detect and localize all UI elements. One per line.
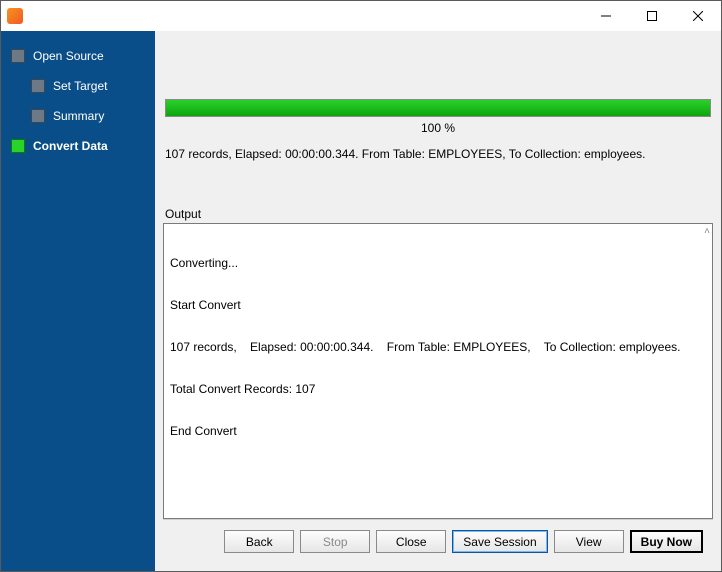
output-line: End Convert bbox=[170, 424, 706, 438]
back-button[interactable]: Back bbox=[224, 530, 294, 553]
footer-buttons: Back Stop Close Save Session View Buy No… bbox=[163, 519, 713, 563]
step-label: Set Target bbox=[53, 79, 107, 93]
save-session-button[interactable]: Save Session bbox=[452, 530, 547, 553]
output-label: Output bbox=[163, 207, 713, 223]
minimize-button[interactable] bbox=[583, 1, 629, 31]
app-icon bbox=[7, 8, 23, 24]
step-box-icon bbox=[31, 79, 45, 93]
close-window-button[interactable] bbox=[675, 1, 721, 31]
output-textarea[interactable]: Converting... Start Convert 107 records,… bbox=[163, 223, 713, 519]
step-set-target[interactable]: Set Target bbox=[1, 71, 155, 101]
status-line: 107 records, Elapsed: 00:00:00.344. From… bbox=[163, 143, 713, 167]
output-line: Start Convert bbox=[170, 298, 706, 312]
buy-now-button[interactable]: Buy Now bbox=[630, 530, 703, 553]
stop-button: Stop bbox=[300, 530, 370, 553]
scroll-up-icon[interactable]: ˄ bbox=[704, 226, 710, 237]
output-line: 107 records, Elapsed: 00:00:00.344. From… bbox=[170, 340, 706, 354]
output-line: Total Convert Records: 107 bbox=[170, 382, 706, 396]
step-open-source[interactable]: Open Source bbox=[1, 41, 155, 71]
step-box-icon bbox=[11, 139, 25, 153]
maximize-button[interactable] bbox=[629, 1, 675, 31]
wizard-sidebar: Open Source Set Target Summary Convert D… bbox=[1, 31, 155, 571]
progress-fill bbox=[166, 100, 710, 116]
app-window: Open Source Set Target Summary Convert D… bbox=[0, 0, 722, 572]
titlebar bbox=[1, 1, 721, 31]
step-box-icon bbox=[11, 49, 25, 63]
step-label: Convert Data bbox=[33, 139, 108, 153]
view-button[interactable]: View bbox=[554, 530, 624, 553]
step-label: Summary bbox=[53, 109, 104, 123]
main-panel: 100 % 107 records, Elapsed: 00:00:00.344… bbox=[155, 31, 721, 571]
output-line: Converting... bbox=[170, 256, 706, 270]
step-convert-data[interactable]: Convert Data bbox=[1, 131, 155, 161]
progress-percent: 100 % bbox=[163, 117, 713, 143]
step-label: Open Source bbox=[33, 49, 104, 63]
step-summary[interactable]: Summary bbox=[1, 101, 155, 131]
progress-bar bbox=[165, 99, 711, 117]
close-button[interactable]: Close bbox=[376, 530, 446, 553]
step-box-icon bbox=[31, 109, 45, 123]
